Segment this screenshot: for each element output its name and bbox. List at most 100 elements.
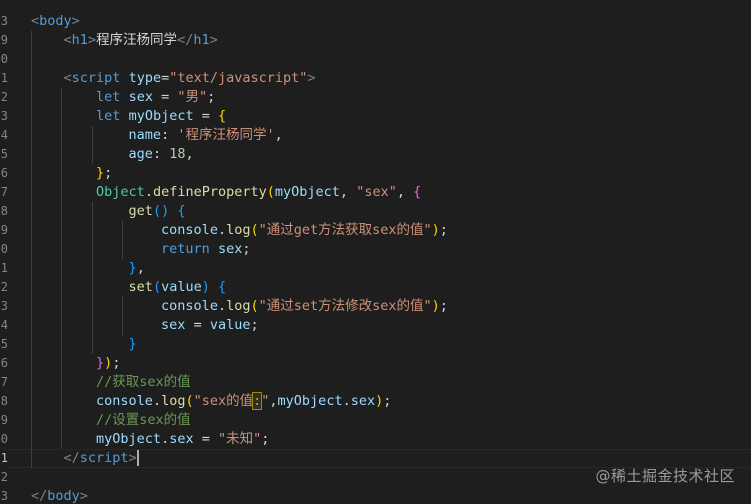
code-token: sex [128, 89, 153, 105]
code-token: myObject [274, 184, 340, 200]
code-token: } [128, 336, 137, 352]
code-line[interactable]: 6 }); [0, 354, 751, 373]
line-text: console.log("通过get方法获取sex的值"); [31, 221, 448, 240]
code-line[interactable]: 7 //获取sex的值 [0, 373, 751, 392]
code-line[interactable]: 8 console.log("sex的值:",myObject.sex); [0, 392, 751, 411]
code-token: get [128, 203, 153, 219]
code-token: value [161, 279, 202, 295]
code-token: ( [250, 298, 259, 314]
code-token: </ [63, 450, 80, 466]
line-number: 0 [0, 52, 8, 66]
code-token: < [31, 13, 40, 29]
line-number: 5 [0, 337, 8, 351]
code-token: script [71, 70, 121, 86]
code-token: h1 [193, 32, 210, 48]
line-number: 1 [0, 451, 8, 465]
code-line[interactable]: 7 Object.defineProperty(myObject, "sex",… [0, 183, 751, 202]
line-number: 0 [0, 432, 8, 446]
code-line[interactable]: 2 let sex = "男"; [0, 88, 751, 107]
code-token: let [96, 108, 121, 124]
code-line[interactable]: 9 //设置sex的值 [0, 411, 751, 430]
line-number: 3 [0, 299, 8, 313]
code-token: ; [261, 431, 270, 447]
line-number: 7 [0, 375, 8, 389]
code-token: type [128, 70, 162, 86]
code-token: sex [169, 431, 194, 447]
code-token: myObject [128, 108, 194, 124]
code-line[interactable]: 9 <h1>程序汪杨同学</h1> [0, 31, 751, 50]
code-token: < [63, 70, 72, 86]
code-token: ( [152, 279, 162, 295]
code-line[interactable]: 2 set(value) { [0, 278, 751, 297]
line-number: 4 [0, 318, 8, 332]
line-number: 6 [0, 356, 8, 370]
code-line[interactable]: 1 }, [0, 259, 751, 278]
code-line[interactable]: 5 age: 18, [0, 145, 751, 164]
code-editor[interactable]: 3 <body> 9 <h1>程序汪杨同学</h1> 0 1 <script type=… [0, 0, 751, 504]
code-token: . [161, 431, 170, 447]
line-text: //设置sex的值 [31, 411, 191, 430]
code-token: ( [250, 222, 259, 238]
code-line[interactable]: 3 console.log("通过set方法修改sex的值"); [0, 297, 751, 316]
line-text: myObject.sex = "未知"; [31, 430, 269, 449]
line-number: 9 [0, 223, 8, 237]
line-text: let myObject = { [31, 107, 226, 126]
code-line[interactable]: 3 </body> [0, 487, 751, 504]
line-number: 3 [0, 489, 8, 503]
line-text: <script type="text/javascript"> [31, 69, 316, 88]
line-number: 8 [0, 394, 8, 408]
code-token: . [217, 222, 227, 238]
code-token: : [152, 146, 170, 162]
code-token: return [161, 241, 210, 257]
code-token: = [161, 70, 170, 86]
code-line[interactable]: 6 }; [0, 164, 751, 183]
code-token: ) [431, 222, 440, 238]
code-token: , [269, 393, 278, 409]
code-line[interactable]: 0 myObject.sex = "未知"; [0, 430, 751, 449]
code-token: console [96, 393, 153, 409]
code-token: { [218, 279, 227, 295]
code-token: } [128, 260, 137, 276]
code-line[interactable]: 0 [0, 50, 751, 69]
code-token: log [226, 298, 251, 314]
line-number: 0 [0, 242, 8, 256]
code-line[interactable]: 5 } [0, 335, 751, 354]
code-token: defineProperty [152, 184, 267, 200]
code-area[interactable]: 3 <body> 9 <h1>程序汪杨同学</h1> 0 1 <script type=… [0, 12, 751, 504]
code-token: ) [431, 298, 440, 314]
line-text: console.log("sex的值:",myObject.sex); [31, 392, 391, 411]
code-token: > [307, 70, 316, 86]
line-number: 8 [0, 204, 8, 218]
code-line[interactable]: 8 get() { [0, 202, 751, 221]
code-token: 程序汪杨同学 [96, 32, 178, 48]
code-token: h1 [71, 32, 88, 48]
code-line[interactable]: 3 <body> [0, 12, 751, 31]
code-line[interactable]: 4 name: '程序汪杨同学', [0, 126, 751, 145]
line-text: <h1>程序汪杨同学</h1> [31, 31, 218, 50]
code-token: , [339, 184, 357, 200]
code-token: = [193, 431, 218, 447]
line-text: }; [31, 164, 112, 183]
code-token: > [87, 32, 97, 48]
line-text: //获取sex的值 [31, 373, 191, 392]
code-token: name [128, 127, 162, 143]
code-token: ; [242, 241, 251, 257]
code-line[interactable]: 9 console.log("通过get方法获取sex的值"); [0, 221, 751, 240]
code-token: age [128, 146, 153, 162]
code-token: body [39, 13, 72, 29]
code-line[interactable]: 1 <script type="text/javascript"> [0, 69, 751, 88]
code-line[interactable]: 3 let myObject = { [0, 107, 751, 126]
code-line[interactable]: 0 return sex; [0, 240, 751, 259]
code-line[interactable]: 4 sex = value; [0, 316, 751, 335]
